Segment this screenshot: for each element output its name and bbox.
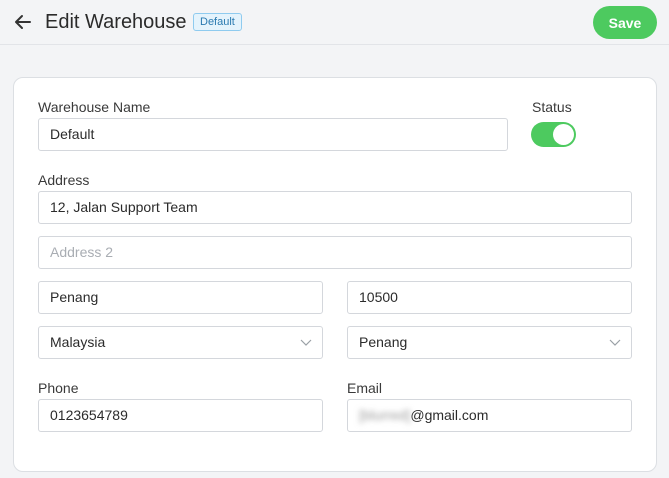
save-button[interactable]: Save — [593, 6, 657, 39]
status-toggle[interactable] — [531, 122, 576, 147]
city-input[interactable]: Penang — [38, 281, 323, 314]
back-button[interactable] — [12, 12, 34, 32]
warehouse-name-input[interactable]: Default — [38, 118, 508, 151]
country-select[interactable]: Malaysia — [38, 326, 323, 359]
phone-label: Phone — [38, 380, 79, 396]
warehouse-name-label: Warehouse Name — [38, 99, 151, 115]
address2-input[interactable]: Address 2 — [38, 236, 632, 269]
arrow-left-icon — [15, 15, 31, 29]
phone-input[interactable]: 0123654789 — [38, 399, 323, 432]
default-badge: Default — [193, 13, 242, 31]
page-title: Edit Warehouse — [45, 11, 187, 33]
email-input[interactable]: [blurred]@gmail.com — [347, 399, 632, 432]
address-input[interactable]: 12, Jalan Support Team — [38, 191, 632, 224]
email-label: Email — [347, 380, 383, 396]
country-select-value: Malaysia — [50, 334, 106, 350]
state-select[interactable]: Penang — [347, 326, 632, 359]
status-label: Status — [532, 99, 572, 115]
postcode-input[interactable]: 10500 — [347, 281, 632, 314]
toggle-knob — [553, 124, 574, 145]
email-redacted-part: [blurred] — [359, 407, 411, 423]
chevron-down-icon — [300, 339, 312, 346]
address-label: Address — [38, 172, 90, 188]
state-select-value: Penang — [359, 334, 408, 350]
chevron-down-icon — [609, 339, 621, 346]
top-bar: Edit Warehouse Default Save — [0, 0, 669, 45]
email-domain: @gmail.com — [410, 407, 489, 423]
